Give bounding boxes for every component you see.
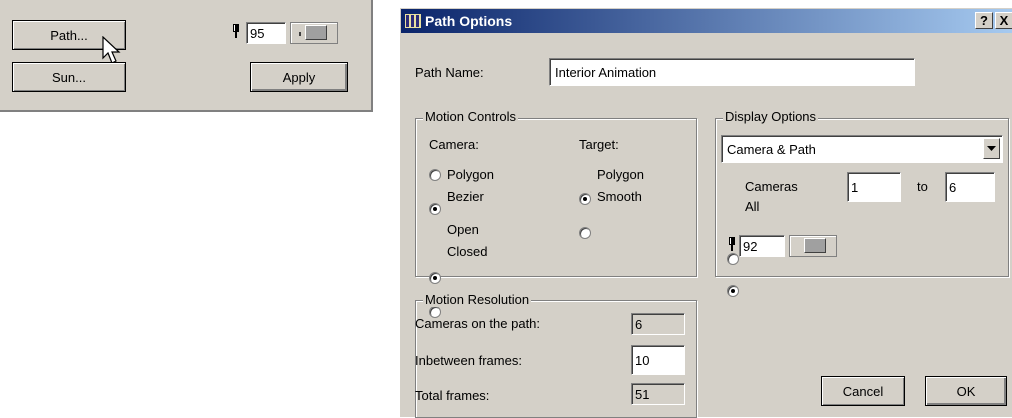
help-icon: ? — [980, 13, 988, 28]
target-polygon-label: Polygon — [597, 167, 644, 182]
mini-panel: Path... Sun... 95 Apply — [0, 0, 373, 112]
motion-resolution-title: Motion Resolution — [423, 292, 532, 307]
target-smooth-label: Smooth — [597, 189, 642, 204]
inbetween-frames-input[interactable]: 10 — [631, 345, 685, 375]
path-open-radio[interactable] — [429, 272, 441, 284]
chevron-down-icon[interactable] — [983, 138, 1000, 159]
inbetween-frames-label: Inbetween frames: — [415, 353, 522, 368]
camera-from-value: 1 — [851, 179, 859, 195]
display-options-title: Display Options — [723, 109, 819, 124]
ok-button-label: OK — [956, 383, 976, 399]
camera-bezier-radio[interactable] — [429, 203, 441, 215]
camera-to-input[interactable]: 6 — [945, 172, 995, 202]
pin-icon — [233, 24, 239, 38]
cameras-on-path-field: 6 — [631, 313, 685, 335]
pin-icon — [729, 237, 735, 251]
opacity-value: 95 — [250, 25, 265, 41]
target-smooth-radio[interactable] — [579, 227, 591, 239]
apply-button[interactable]: Apply — [250, 62, 348, 92]
cameras-on-path-label: Cameras on the path: — [415, 316, 541, 331]
dialog-title: Path Options — [425, 13, 513, 29]
ok-button[interactable]: OK — [925, 376, 1007, 406]
cancel-button[interactable]: Cancel — [821, 376, 905, 406]
path-open-label: Open — [447, 222, 479, 237]
opacity-field[interactable]: 95 — [246, 22, 286, 44]
path-closed-label: Closed — [447, 244, 488, 259]
slider-track — [299, 32, 301, 36]
motion-controls-title: Motion Controls — [423, 109, 519, 124]
cameras-on-path-value: 6 — [635, 316, 643, 332]
camera-label: Camera: — [429, 137, 479, 152]
display-mode-select[interactable]: Camera & Path — [721, 135, 1003, 163]
cameras-radio[interactable] — [727, 253, 739, 265]
display-slider-thumb[interactable] — [804, 238, 826, 253]
all-label: All — [745, 199, 760, 214]
camera-polygon-radio[interactable] — [429, 169, 441, 181]
camera-from-input[interactable]: 1 — [847, 172, 901, 202]
display-opacity-slider[interactable] — [789, 235, 837, 257]
camera-bezier-label: Bezier — [447, 189, 484, 204]
all-radio[interactable] — [727, 285, 739, 297]
sun-button[interactable]: Sun... — [12, 62, 126, 92]
apply-button-label: Apply — [282, 69, 316, 85]
total-frames-field: 51 — [631, 383, 685, 405]
camera-to-value: 6 — [949, 179, 957, 195]
close-button[interactable]: X — [995, 12, 1012, 29]
display-mode-value: Camera & Path — [727, 141, 816, 157]
to-label: to — [917, 179, 928, 194]
inbetween-frames-value: 10 — [635, 352, 650, 368]
slider-thumb[interactable] — [305, 25, 327, 40]
sun-button-label: Sun... — [52, 69, 86, 85]
path-button-label: Path... — [50, 27, 88, 43]
cameras-label: Cameras — [745, 179, 798, 194]
path-name-input[interactable]: Interior Animation — [549, 58, 915, 86]
path-app-icon — [405, 14, 421, 28]
total-frames-label: Total frames: — [415, 388, 490, 403]
path-name-value: Interior Animation — [555, 64, 657, 80]
target-label: Target: — [579, 137, 619, 152]
dialog-titlebar[interactable]: Path Options ? X — [401, 9, 1012, 33]
target-polygon-radio[interactable] — [579, 193, 591, 205]
display-opacity-value: 92 — [743, 238, 758, 254]
display-opacity-field[interactable]: 92 — [739, 235, 785, 257]
help-button[interactable]: ? — [975, 12, 993, 29]
opacity-slider[interactable] — [290, 22, 338, 44]
camera-polygon-label: Polygon — [447, 167, 494, 182]
close-icon: X — [999, 13, 1009, 28]
cancel-button-label: Cancel — [842, 383, 884, 399]
path-options-dialog: Path Options ? X Path Name: Interior Ani… — [400, 8, 1012, 418]
path-name-label: Path Name: — [415, 65, 484, 80]
total-frames-value: 51 — [635, 386, 650, 402]
